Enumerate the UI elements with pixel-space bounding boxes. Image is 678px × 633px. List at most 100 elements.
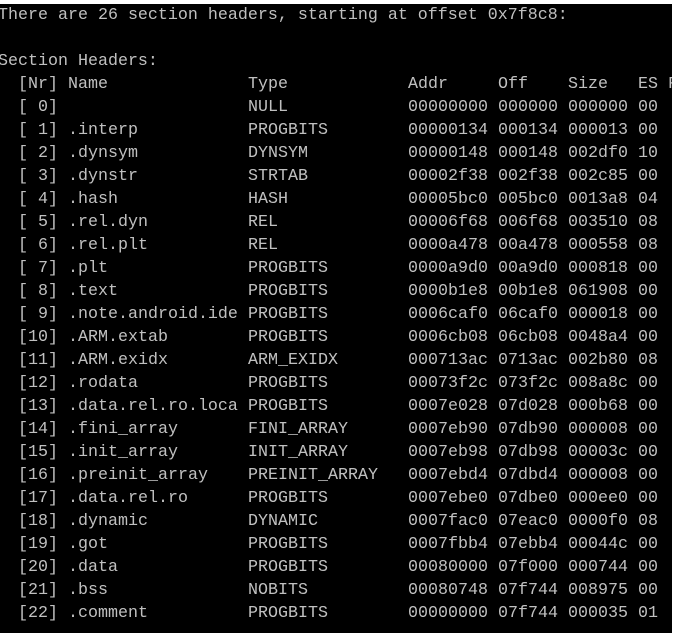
cell-size: 0000f0 — [568, 512, 628, 531]
cell-es: 00 — [638, 397, 658, 416]
cell-nr: [15] — [18, 443, 58, 462]
cell-nr: [22] — [18, 604, 58, 623]
cell-es: 04 — [638, 190, 658, 209]
cell-es: 00 — [638, 535, 658, 554]
cell-nr: [12] — [18, 374, 58, 393]
cell-addr: 0006cb08 — [408, 328, 488, 347]
cell-type: HASH — [248, 190, 288, 209]
cell-nr: [16] — [18, 466, 58, 485]
cell-off: 06cb08 — [498, 328, 558, 347]
table-row: [ 3] .dynstr STRTAB 00002f38 002f38 002c85 00 — [0, 165, 672, 188]
cell-name: .text — [68, 282, 118, 301]
cell-type: PREINIT_ARRAY — [248, 466, 378, 485]
cell-nr: [ 0] — [18, 98, 58, 117]
cell-addr: 0007fbb4 — [408, 535, 488, 554]
cell-type: PROGBITS — [248, 374, 328, 393]
cell-name: .data — [68, 558, 118, 577]
cell-size: 008975 — [568, 581, 628, 600]
terminal-window[interactable]: There are 26 section headers, starting a… — [0, 4, 672, 633]
cell-name: .init_array — [68, 443, 178, 462]
cell-es: 00 — [638, 443, 658, 462]
table-row: [14] .fini_array FINI_ARRAY 0007eb90 07db90 0… — [0, 418, 672, 441]
cell-es: 01 — [638, 604, 658, 623]
cell-off: 07dbd4 — [498, 466, 558, 485]
cell-size: 002c85 — [568, 167, 628, 186]
table-header: [Nr] Name Type Addr Off Size ES F — [0, 73, 672, 96]
cell-nr: [ 3] — [18, 167, 58, 186]
cell-name: .note.android.ide — [68, 305, 238, 324]
cell-addr: 0007ebd4 — [408, 466, 488, 485]
cell-name: .dynsym — [68, 144, 138, 163]
cell-name: .comment — [68, 604, 148, 623]
col-size: Size — [568, 75, 608, 94]
cell-size: 000008 — [568, 466, 628, 485]
cell-size: 000744 — [568, 558, 628, 577]
cell-type: PROGBITS — [248, 558, 328, 577]
table-row: [ 8] .text PROGBITS 0000b1e8 00b1e8 061908 00 — [0, 280, 672, 303]
cell-nr: [17] — [18, 489, 58, 508]
cell-name: .interp — [68, 121, 138, 140]
cell-size: 002df0 — [568, 144, 628, 163]
cell-addr: 0000b1e8 — [408, 282, 488, 301]
table-row: [20] .data PROGBITS 00080000 07f000 000744 00 — [0, 556, 672, 579]
cell-type: PROGBITS — [248, 535, 328, 554]
cell-es: 00 — [638, 420, 658, 439]
cell-size: 000b68 — [568, 397, 628, 416]
cell-off: 07db98 — [498, 443, 558, 462]
cell-es: 00 — [638, 98, 658, 117]
cell-addr: 00002f38 — [408, 167, 488, 186]
cell-addr: 000713ac — [408, 351, 488, 370]
col-addr: Addr — [408, 75, 448, 94]
cell-name: .rodata — [68, 374, 138, 393]
cell-size: 000558 — [568, 236, 628, 255]
cell-es: 08 — [638, 236, 658, 255]
cell-off: 06caf0 — [498, 305, 558, 324]
cell-name: .rel.dyn — [68, 213, 148, 232]
cell-addr: 00005bc0 — [408, 190, 488, 209]
cell-addr: 00006f68 — [408, 213, 488, 232]
cell-type: PROGBITS — [248, 328, 328, 347]
cell-type: PROGBITS — [248, 489, 328, 508]
table-row: [ 9] .note.android.ide PROGBITS 0006caf0 06c… — [0, 303, 672, 326]
cell-nr: [ 1] — [18, 121, 58, 140]
table-row: [ 1] .interp PROGBITS 00000134 000134 000013 0… — [0, 119, 672, 142]
cell-off: 07d028 — [498, 397, 558, 416]
cell-addr: 00000134 — [408, 121, 488, 140]
cell-name: .hash — [68, 190, 118, 209]
cell-size: 00044c — [568, 535, 628, 554]
cell-es: 00 — [638, 374, 658, 393]
cell-size: 008a8c — [568, 374, 628, 393]
cell-nr: [11] — [18, 351, 58, 370]
cell-name: .preinit_array — [68, 466, 208, 485]
cell-type: NOBITS — [248, 581, 308, 600]
table-row: [ 0] NULL 00000000 000000 000000 00 — [0, 96, 672, 119]
cell-size: 0048a4 — [568, 328, 628, 347]
cell-off: 000148 — [498, 144, 558, 163]
cell-off: 07dbe0 — [498, 489, 558, 508]
cell-es: 08 — [638, 351, 658, 370]
cell-nr: [19] — [18, 535, 58, 554]
cell-size: 061908 — [568, 282, 628, 301]
cell-es: 00 — [638, 581, 658, 600]
cell-addr: 0007fac0 — [408, 512, 488, 531]
cell-name: .rel.plt — [68, 236, 148, 255]
cell-addr: 00080748 — [408, 581, 488, 600]
cell-size: 000013 — [568, 121, 628, 140]
cell-type: DYNSYM — [248, 144, 308, 163]
cell-nr: [21] — [18, 581, 58, 600]
cell-es: 08 — [638, 512, 658, 531]
table-row: [ 6] .rel.plt REL 0000a478 00a478 000558 08 — [0, 234, 672, 257]
cell-nr: [10] — [18, 328, 58, 347]
cell-off: 00a478 — [498, 236, 558, 255]
cell-off: 002f38 — [498, 167, 558, 186]
cell-off: 000000 — [498, 98, 558, 117]
cell-type: PROGBITS — [248, 397, 328, 416]
cell-addr: 00073f2c — [408, 374, 488, 393]
table-row: [16] .preinit_array PREINIT_ARRAY 0007ebd4 0… — [0, 464, 672, 487]
cell-name: .dynamic — [68, 512, 148, 531]
cell-size: 0013a8 — [568, 190, 628, 209]
cell-off: 07db90 — [498, 420, 558, 439]
cell-type: PROGBITS — [248, 282, 328, 301]
cell-es: 00 — [638, 259, 658, 278]
cell-nr: [20] — [18, 558, 58, 577]
